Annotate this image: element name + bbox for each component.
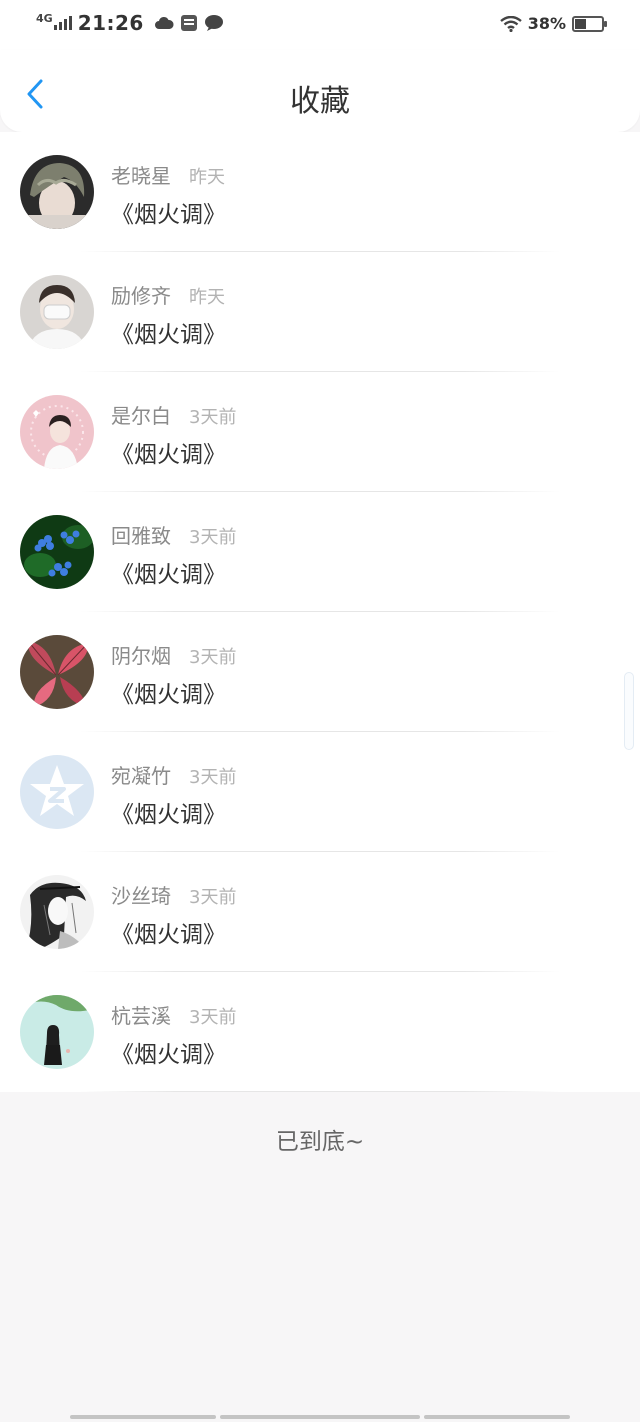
avatar[interactable]: [20, 275, 94, 349]
user-name: 老晓星: [111, 164, 171, 188]
list-item[interactable]: 回雅致 3天前 《烟火调》: [0, 492, 640, 612]
network-type: 4G: [36, 11, 53, 25]
end-of-list-text: 已到底~: [275, 1129, 365, 1155]
message-icon: [204, 15, 223, 31]
item-time: 3天前: [189, 407, 237, 428]
work-title[interactable]: 《烟火调》: [111, 555, 226, 589]
item-time: 昨天: [189, 167, 225, 188]
work-title[interactable]: 《烟火调》: [111, 795, 226, 829]
divider: [80, 1091, 560, 1092]
battery-icon: [572, 15, 607, 32]
work-title[interactable]: 《烟火调》: [111, 675, 226, 709]
avatar[interactable]: [20, 395, 94, 469]
list-item[interactable]: 杭芸溪 3天前 《烟火调》: [0, 972, 640, 1092]
list-item[interactable]: 是尔白 3天前 《烟火调》: [0, 372, 640, 492]
favorites-list: 老晓星 昨天 《烟火调》 励修齐 昨天 《烟火调》 是尔白 3天前 《烟火调》 …: [0, 132, 640, 1092]
work-title[interactable]: 《烟火调》: [111, 915, 226, 949]
item-time: 3天前: [189, 887, 237, 908]
nav-gesture-bar-center: [220, 1415, 420, 1419]
avatar[interactable]: [20, 635, 94, 709]
signal-icon: [53, 16, 72, 30]
battery-percent: 38%: [527, 14, 566, 33]
page-title: 收藏: [290, 84, 350, 119]
list-item[interactable]: 励修齐 昨天 《烟火调》: [0, 252, 640, 372]
list-item[interactable]: 阴尔烟 3天前 《烟火调》: [0, 612, 640, 732]
item-time: 3天前: [189, 767, 237, 788]
header-bar: 收藏: [0, 50, 640, 132]
avatar[interactable]: [20, 755, 94, 829]
user-name: 宛凝竹: [111, 764, 171, 788]
avatar[interactable]: [20, 155, 94, 229]
user-name: 回雅致: [111, 524, 171, 548]
item-time: 3天前: [189, 1007, 237, 1028]
item-time: 昨天: [189, 287, 225, 308]
work-title[interactable]: 《烟火调》: [111, 1035, 226, 1069]
nav-gesture-bar-right: [424, 1415, 570, 1419]
avatar[interactable]: [20, 515, 94, 589]
work-title[interactable]: 《烟火调》: [111, 195, 226, 229]
user-name: 阴尔烟: [111, 644, 171, 668]
sim-icon: [180, 15, 197, 31]
work-title[interactable]: 《烟火调》: [111, 315, 226, 349]
item-time: 3天前: [189, 647, 237, 668]
status-time: 21:26: [77, 11, 144, 35]
list-item[interactable]: 沙丝琦 3天前 《烟火调》: [0, 852, 640, 972]
user-name: 是尔白: [111, 404, 171, 428]
avatar[interactable]: [20, 875, 94, 949]
list-item[interactable]: 老晓星 昨天 《烟火调》: [0, 132, 640, 252]
user-name: 沙丝琦: [111, 884, 171, 908]
avatar[interactable]: [20, 995, 94, 1069]
scrollbar-thumb[interactable]: [624, 672, 634, 750]
battery-level: [575, 18, 586, 29]
nav-gesture-bar-left: [70, 1415, 216, 1419]
user-name: 励修齐: [111, 284, 171, 308]
weather-icon: [154, 16, 174, 29]
list-item[interactable]: 宛凝竹 3天前 《烟火调》: [0, 732, 640, 852]
user-name: 杭芸溪: [111, 1004, 171, 1028]
item-time: 3天前: [189, 527, 237, 548]
wifi-icon: [499, 15, 522, 32]
status-bar: 4G 21:26 38%: [0, 0, 640, 50]
work-title[interactable]: 《烟火调》: [111, 435, 226, 469]
